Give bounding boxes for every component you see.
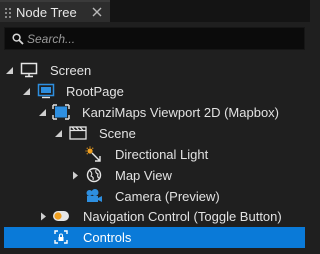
expanded-arrow-icon[interactable] — [54, 129, 63, 138]
scene-icon — [69, 126, 87, 140]
tree-item-navigation-control[interactable]: Navigation Control (Toggle Button) — [0, 206, 310, 227]
tree-item-label: Camera (Preview) — [115, 189, 220, 204]
node-tree-panel: Node Tree Screen Ro — [0, 0, 310, 254]
tree-item-kanzimaps-viewport[interactable]: KanziMaps Viewport 2D (Mapbox) — [0, 102, 310, 123]
close-icon[interactable] — [92, 7, 102, 17]
expanded-arrow-icon[interactable] — [38, 108, 47, 117]
search-field[interactable] — [4, 27, 305, 50]
page-icon — [37, 83, 55, 99]
tree-item-label: KanziMaps Viewport 2D (Mapbox) — [82, 105, 280, 120]
collapsed-arrow-icon[interactable] — [71, 171, 80, 180]
drag-grip-icon[interactable] — [5, 7, 11, 19]
tab-title: Node Tree — [16, 5, 77, 20]
tree-item-camera-preview[interactable]: Camera (Preview) — [0, 186, 310, 207]
expanded-arrow-icon[interactable] — [22, 87, 31, 96]
tree-item-rootpage[interactable]: RootPage — [0, 81, 310, 102]
tree-item-directional-light[interactable]: Directional Light — [0, 144, 310, 165]
tree-item-screen[interactable]: Screen — [0, 60, 310, 81]
tree-item-scene[interactable]: Scene — [0, 123, 310, 144]
tree-item-label: Screen — [50, 63, 92, 78]
map-view-icon — [86, 167, 102, 183]
search-input[interactable] — [27, 30, 297, 47]
search-icon — [12, 33, 24, 45]
camera-icon — [86, 189, 102, 202]
collapsed-arrow-icon[interactable] — [39, 212, 48, 221]
directional-light-icon — [85, 146, 101, 162]
tab-node-tree[interactable]: Node Tree — [0, 0, 110, 22]
tree-item-label: Controls — [83, 230, 132, 245]
panel-tab-bar: Node Tree — [0, 0, 310, 22]
tree-item-controls[interactable]: Controls — [4, 227, 305, 248]
toggle-button-icon — [53, 211, 69, 221]
viewport-icon — [52, 104, 70, 120]
tree-item-label: Scene — [99, 126, 136, 141]
expanded-arrow-icon[interactable] — [5, 66, 14, 75]
controls-node-icon — [54, 230, 68, 244]
tree-item-label: RootPage — [66, 84, 124, 99]
tree-item-label: Map View — [115, 168, 172, 183]
tree-item-label: Directional Light — [115, 147, 209, 162]
tree-item-label: Navigation Control (Toggle Button) — [83, 209, 282, 224]
tree-item-map-view[interactable]: Map View — [0, 165, 310, 186]
screen-icon — [20, 62, 38, 78]
